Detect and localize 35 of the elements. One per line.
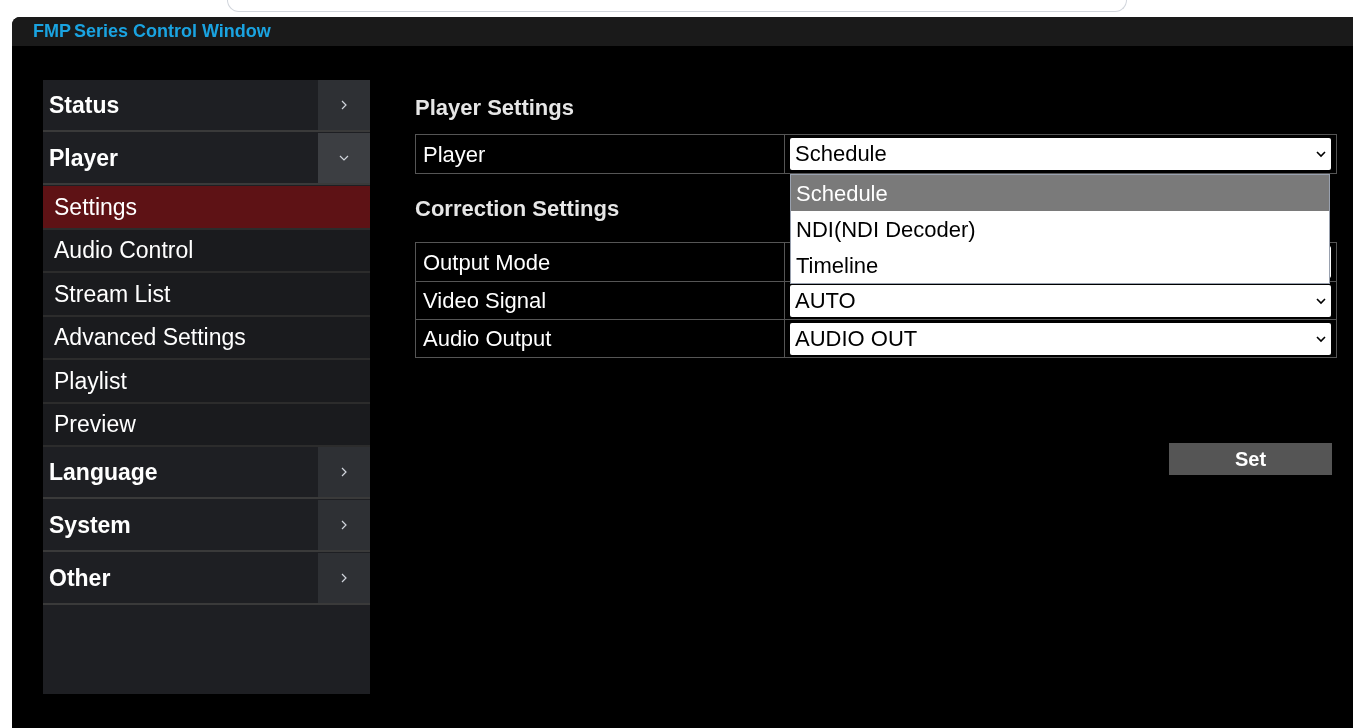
sidebar-item[interactable]: Playlist bbox=[43, 360, 370, 404]
chevron-down-icon bbox=[1316, 334, 1326, 343]
table-cell: Video Signal bbox=[416, 282, 785, 319]
section-heading: Player Settings bbox=[415, 94, 574, 122]
sidebar-item[interactable]: Settings bbox=[43, 186, 370, 230]
select-value: Schedule bbox=[795, 143, 887, 165]
chevron-right-icon bbox=[339, 520, 349, 530]
select-field[interactable]: Schedule bbox=[790, 138, 1331, 170]
chevron-right-icon bbox=[339, 573, 349, 583]
set-button[interactable]: Set bbox=[1169, 443, 1332, 475]
table-cell: Player bbox=[416, 135, 785, 173]
sidebar-section[interactable]: Other bbox=[43, 553, 370, 605]
select-value: AUTO bbox=[795, 289, 856, 312]
chevron-down-icon bbox=[1316, 150, 1326, 158]
dropdown-option[interactable]: Schedule bbox=[791, 175, 1329, 211]
sidebar-item[interactable]: Audio Control bbox=[43, 229, 370, 273]
chevron-right-icon bbox=[339, 100, 349, 110]
sidebar-item[interactable]: Preview bbox=[43, 403, 370, 447]
select-value: AUDIO OUT bbox=[795, 327, 918, 350]
table-cell: Audio Output bbox=[416, 320, 785, 357]
select-field[interactable]: AUTO bbox=[790, 284, 1331, 317]
chevron-right-icon bbox=[339, 467, 349, 477]
chevron-down-icon bbox=[339, 153, 349, 163]
sidebar-item[interactable]: Stream List bbox=[43, 273, 370, 317]
sidebar-section[interactable]: System bbox=[43, 500, 370, 552]
sidebar-section[interactable]: Language bbox=[43, 447, 370, 499]
chevron-down-icon bbox=[1316, 296, 1326, 305]
table-cell: Output Mode bbox=[416, 243, 785, 281]
window-title: Series Control Window bbox=[74, 20, 271, 43]
select-field[interactable]: AUDIO OUT bbox=[790, 322, 1331, 355]
sidebar-section[interactable]: Player bbox=[43, 133, 370, 185]
sidebar-section[interactable]: Status bbox=[43, 80, 370, 132]
sidebar-item[interactable]: Advanced Settings bbox=[43, 316, 370, 360]
window-title: FMP bbox=[33, 20, 71, 43]
section-heading: Correction Settings bbox=[415, 194, 620, 223]
